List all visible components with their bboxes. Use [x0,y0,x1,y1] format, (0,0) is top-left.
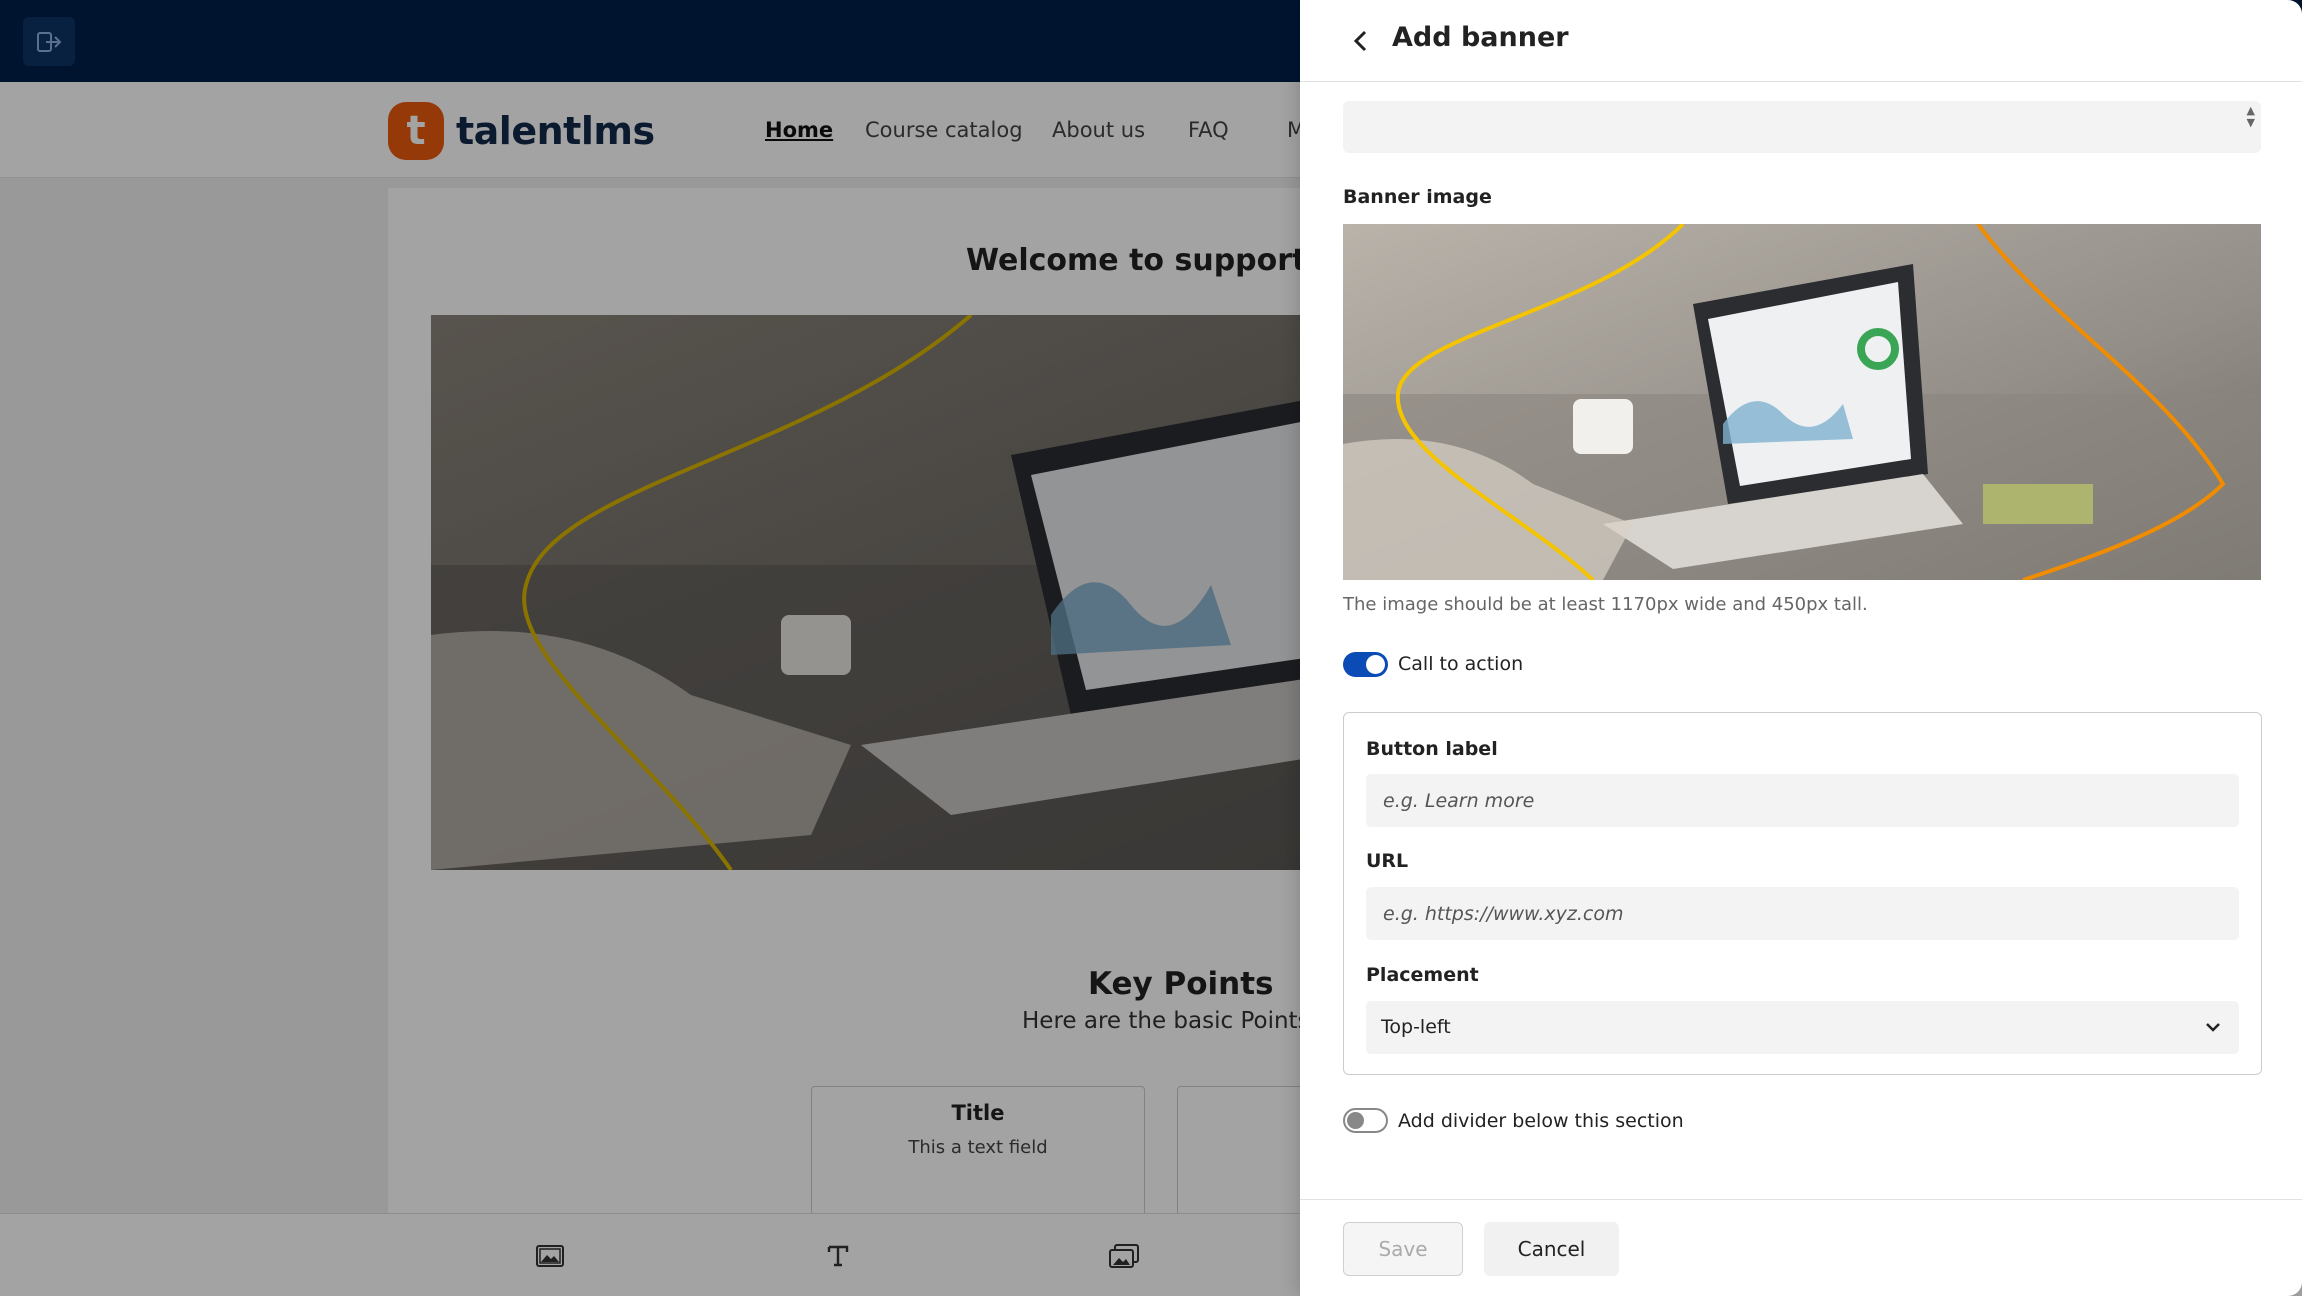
banner-image-label: Banner image [1343,186,1492,208]
banner-text-area[interactable]: ▲ ▼ [1343,101,2261,153]
image-size-hint: The image should be at least 1170px wide… [1343,594,1868,615]
url-label: URL [1366,850,1409,872]
add-divider-toggle[interactable] [1343,1108,1388,1133]
url-input[interactable] [1366,887,2239,940]
back-arrow-icon[interactable] [1346,26,1376,56]
cancel-button[interactable]: Cancel [1484,1222,1619,1276]
call-to-action-toggle[interactable] [1343,652,1388,677]
chevron-down-icon [2206,1023,2220,1032]
drawer-footer: Save Cancel [1300,1199,2302,1296]
placement-label: Placement [1366,964,1479,986]
resize-spinner[interactable]: ▲ ▼ [2247,105,2255,129]
banner-image-preview[interactable] [1343,224,2261,580]
drawer-title: Add banner [1392,22,1569,53]
placement-value: Top-left [1381,1016,1451,1038]
call-to-action-settings: Button label URL Placement Top-left [1343,712,2262,1075]
drawer-header: Add banner [1300,0,2302,82]
add-divider-label: Add divider below this section [1398,1110,1684,1132]
button-label-label: Button label [1366,738,1498,760]
call-to-action-label: Call to action [1398,653,1524,675]
save-button[interactable]: Save [1343,1222,1463,1276]
placement-select[interactable]: Top-left [1366,1001,2239,1054]
button-label-input[interactable] [1366,774,2239,827]
add-banner-drawer: Add banner ▲ ▼ Banner image The image sh… [1300,0,2302,1296]
